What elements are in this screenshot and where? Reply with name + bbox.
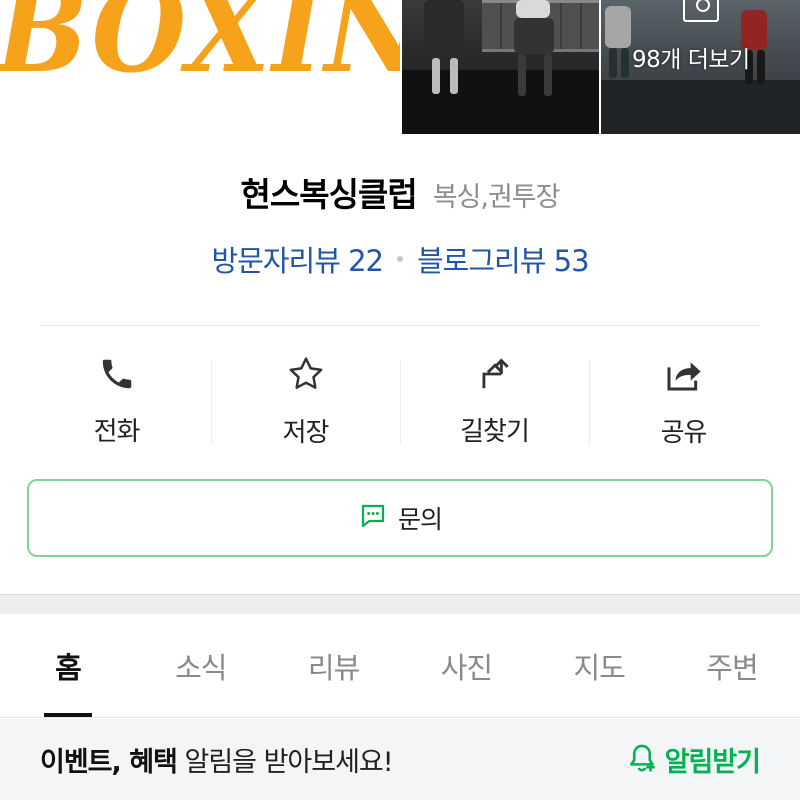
subscribe-button[interactable]: 알림받기 [625,740,761,779]
save-label: 저장 [282,418,330,448]
banner-text: 이벤트, 혜택 알림을 받아보세요! [40,740,394,779]
tab-home[interactable]: 홈 [18,614,118,717]
banner-bold-event: 이벤트 [40,747,113,778]
place-category: 복싱,권투장 [432,182,561,213]
tab-news[interactable]: 소식 [151,614,251,717]
boxing-logo-text: BOXING [0,0,400,99]
directions-button[interactable]: 길찾기 [400,348,589,448]
inquiry-button[interactable]: 문의 [27,479,773,557]
tab-label: 소식 [175,650,227,685]
blog-reviews-link[interactable]: 블로그리뷰 53 [417,238,590,280]
tab-bar: 홈 소식 리뷰 사진 지도 주변 [0,614,800,718]
action-bar: 전화 저장 길찾기 공유 [22,348,778,448]
banner-bold-benefit: 혜택 [129,747,178,778]
share-icon [664,354,704,394]
section-separator [0,594,800,614]
phone-icon [97,354,137,393]
share-button[interactable]: 공유 [589,348,778,448]
place-name: 현스복싱클럽 [240,175,418,214]
tab-map[interactable]: 지도 [549,614,649,717]
directions-icon [475,354,515,393]
tab-label: 홈 [55,650,82,685]
call-button[interactable]: 전화 [22,348,211,448]
save-button[interactable]: 저장 [211,348,400,448]
photo-strip[interactable]: BOXING 98개 더보기 [0,0,800,134]
tab-nearby[interactable]: 주변 [682,614,782,717]
photo-album-icon [683,0,719,22]
call-label: 전화 [93,417,141,447]
review-links: 방문자리뷰 22 블로그리뷰 53 [0,238,800,280]
divider [40,325,760,326]
inquiry-label: 문의 [397,505,443,534]
bell-plus-icon [625,741,659,779]
share-label: 공유 [660,418,708,448]
tab-label: 지도 [573,650,626,685]
separator-dot [397,256,403,262]
tab-label: 주변 [706,650,758,685]
tab-reviews[interactable]: 리뷰 [284,614,384,717]
banner-rest: 알림을 받아보세요! [176,747,393,778]
more-photos-label[interactable]: 98개 더보기 [632,40,772,74]
photo-logo-banner[interactable]: BOXING [0,0,400,134]
banner-separator: , [111,747,130,778]
visitor-reviews-link[interactable]: 방문자리뷰 22 [211,238,384,280]
star-icon [286,354,326,394]
title-row: 현스복싱클럽 복싱,권투장 [0,168,800,216]
tab-label: 사진 [440,650,493,685]
photo-gym-interior[interactable] [402,0,599,134]
directions-label: 길찾기 [460,417,530,447]
notification-banner: 이벤트, 혜택 알림을 받아보세요! 알림받기 [0,719,800,800]
place-header: 현스복싱클럽 복싱,권투장 방문자리뷰 22 블로그리뷰 53 [0,168,800,280]
tab-photos[interactable]: 사진 [416,614,516,717]
tab-label: 리뷰 [307,650,360,685]
subscribe-label: 알림받기 [664,747,761,778]
chat-icon [358,501,388,535]
